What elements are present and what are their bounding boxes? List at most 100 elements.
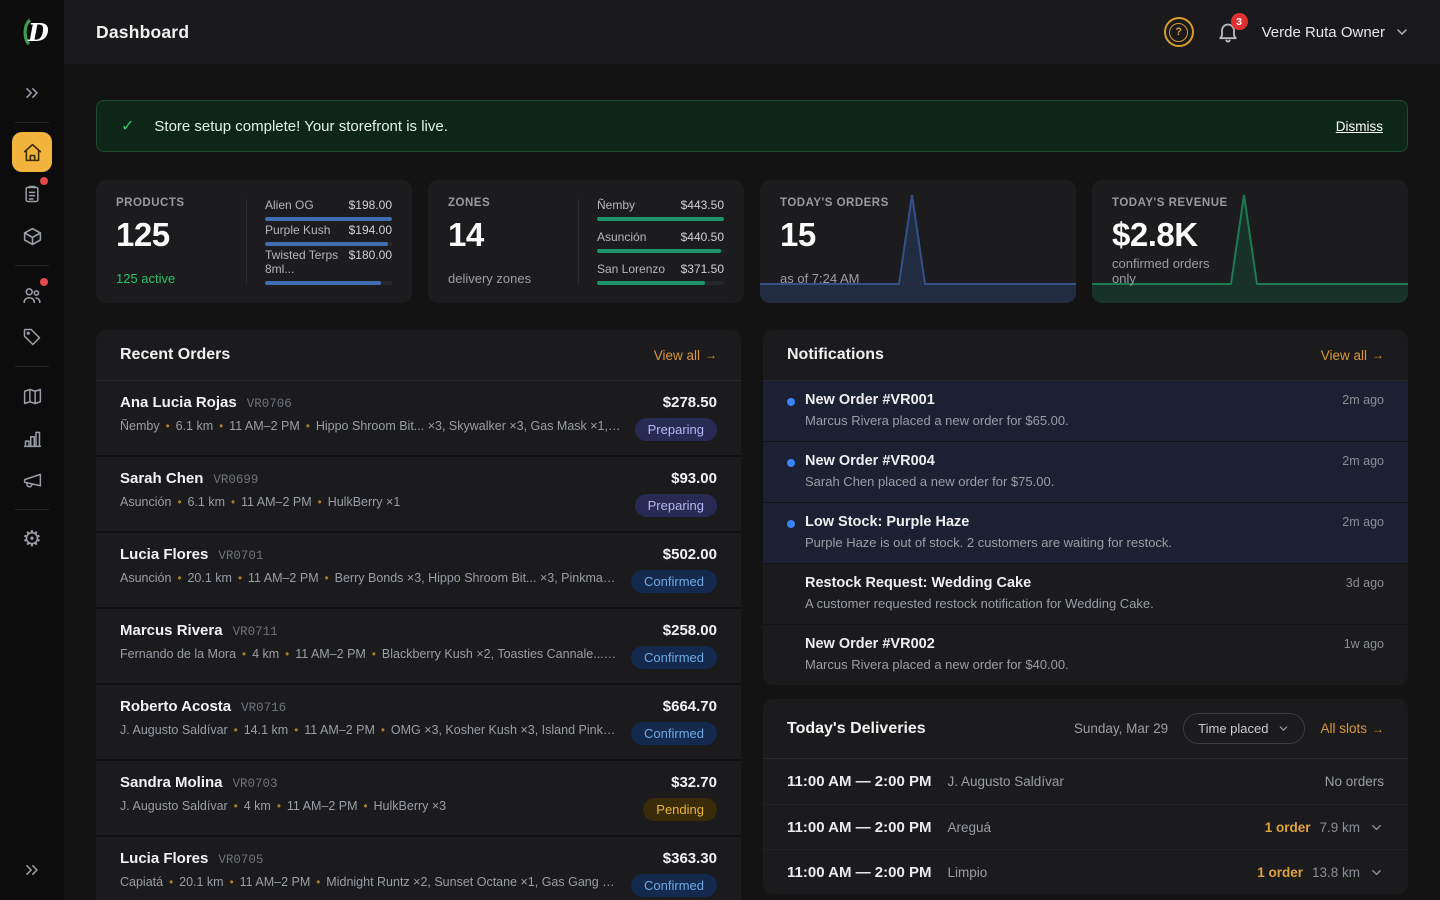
chevron-down-icon — [1277, 722, 1290, 735]
order-distance: 4 km — [252, 647, 279, 661]
delivery-slot-row[interactable]: 11:00 AM — 2:00 PM J. Augusto Saldívar N… — [763, 759, 1408, 804]
no-orders-label: No orders — [1325, 774, 1384, 789]
sidebar-item-discounts[interactable] — [12, 317, 52, 357]
order-distance: 6.1 km — [176, 419, 214, 433]
order-window: 11 AM–2 PM — [240, 875, 311, 889]
order-window: 11 AM–2 PM — [295, 647, 366, 661]
order-zone: Capiatá — [120, 875, 163, 889]
sidebar-item-settings[interactable]: ⚙ — [12, 519, 52, 559]
notification-title: New Order #VR001 — [805, 392, 935, 408]
tag-icon — [22, 327, 42, 347]
zone-name: San Lorenzo — [597, 262, 665, 276]
view-all-orders-link[interactable]: View all → — [654, 348, 717, 363]
panel-title: Recent Orders — [120, 346, 230, 364]
progress-fill — [265, 281, 381, 285]
order-row[interactable]: Sarah Chen VR0699 Asunción•6.1 km•11 AM–… — [96, 455, 741, 531]
topbar: D Dashboard ? 3 Verde Ruta Owner — [0, 0, 1440, 64]
sidebar-item-marketing[interactable] — [12, 460, 52, 500]
notification-time: 2m ago — [1342, 454, 1384, 468]
view-all-notifications-link[interactable]: View all → — [1321, 348, 1384, 363]
order-price: $32.70 — [671, 774, 717, 791]
sidebar-expand-button[interactable] — [12, 73, 52, 113]
order-zone: J. Augusto Saldívar — [120, 723, 228, 737]
sidebar-item-home[interactable] — [12, 132, 52, 172]
notification-item[interactable]: New Order #VR001 2m ago Marcus Rivera pl… — [763, 381, 1408, 441]
help-button[interactable]: ? — [1164, 17, 1194, 47]
order-items: Berry Bonds ×3, Hippo Shroom Bit... ×3, … — [335, 571, 617, 585]
customer-name: Marcus Rivera — [120, 622, 223, 639]
progress-fill — [597, 281, 705, 285]
setup-complete-banner: ✓ Store setup complete! Your storefront … — [96, 100, 1408, 152]
order-count: 1 order — [1257, 865, 1303, 880]
sidebar-item-zones[interactable] — [12, 376, 52, 416]
customers-alert-dot — [40, 278, 48, 286]
list-item: Twisted Terps 8ml...$180.00 — [265, 248, 392, 285]
notification-time: 2m ago — [1342, 393, 1384, 407]
stat-label: TODAY'S REVENUE — [1112, 197, 1228, 209]
order-price: $502.00 — [663, 546, 717, 563]
todays-orders-stat-card[interactable]: TODAY'S ORDERS 15 as of 7:24 AM — [760, 180, 1076, 303]
todays-revenue-stat-card[interactable]: TODAY'S REVENUE $2.8K confirmed orders o… — [1092, 180, 1408, 303]
top-zones-list: Ñemby$443.50 Asunción$440.50 San Lorenzo… — [597, 197, 724, 286]
all-slots-link[interactable]: All slots → — [1320, 721, 1384, 736]
chevron-down-icon[interactable] — [1369, 865, 1384, 880]
list-item: San Lorenzo$371.50 — [597, 262, 724, 285]
order-row[interactable]: Marcus Rivera VR0711 Fernando de la Mora… — [96, 607, 741, 683]
order-items: OMG ×3, Kosher Kush ×3, Island Pink ×3, … — [391, 723, 617, 737]
zones-stat-card[interactable]: ZONES 14 delivery zones Ñemby$443.50 Asu — [428, 180, 744, 303]
stat-value: 15 — [780, 216, 896, 254]
products-stat-card[interactable]: PRODUCTS 125 125 active Alien OG$198.00 — [96, 180, 412, 303]
order-zone: J. Augusto Saldívar — [120, 799, 228, 813]
zone-revenue: $440.50 — [681, 230, 724, 244]
notification-item[interactable]: New Order #VR004 2m ago Sarah Chen place… — [763, 441, 1408, 502]
stat-subtext: delivery zones — [448, 271, 564, 286]
delivery-slot-row[interactable]: 11:00 AM — 2:00 PM Areguá 1 order 7.9 km — [763, 804, 1408, 849]
delivery-slots-list: 11:00 AM — 2:00 PM J. Augusto Saldívar N… — [763, 759, 1408, 894]
sidebar-item-orders[interactable] — [12, 174, 52, 214]
list-item: Alien OG$198.00 — [265, 198, 392, 221]
list-item: Purple Kush$194.00 — [265, 223, 392, 246]
leaf-d-logo-icon: D — [15, 15, 49, 49]
order-row[interactable]: Lucia Flores VR0705 Capiatá•20.1 km•11 A… — [96, 835, 741, 900]
order-row[interactable]: Ana Lucia Rojas VR0706 Ñemby•6.1 km•11 A… — [96, 381, 741, 455]
notifications-panel: Notifications View all → — [763, 330, 1408, 685]
order-row[interactable]: Sandra Molina VR0703 J. Augusto Saldívar… — [96, 759, 741, 835]
stat-label: ZONES — [448, 197, 564, 209]
order-row[interactable]: Roberto Acosta VR0716 J. Augusto Saldíva… — [96, 683, 741, 759]
sidebar-divider — [15, 509, 49, 510]
order-details: J. Augusto Saldívar•14.1 km•11 AM–2 PM•O… — [120, 723, 617, 737]
sidebar-item-analytics[interactable] — [12, 418, 52, 458]
chevron-down-icon[interactable] — [1369, 820, 1384, 835]
order-details: Asunción•6.1 km•11 AM–2 PM•HulkBerry ×1 — [120, 495, 621, 509]
notifications-button[interactable]: 3 — [1216, 20, 1240, 44]
sidebar-item-products[interactable] — [12, 216, 52, 256]
check-icon: ✓ — [121, 116, 134, 136]
delivery-slot-row[interactable]: 11:00 AM — 2:00 PM Limpio 1 order 13.8 k… — [763, 849, 1408, 894]
notification-time: 2m ago — [1342, 515, 1384, 529]
slot-time: 11:00 AM — 2:00 PM — [787, 864, 932, 881]
app-logo[interactable]: D — [0, 0, 64, 64]
sidebar-expand-button-bottom[interactable] — [12, 850, 52, 890]
stat-value: 125 — [116, 216, 232, 254]
page-title: Dashboard — [96, 22, 189, 43]
status-badge: Confirmed — [631, 874, 717, 897]
order-row[interactable]: Lucia Flores VR0701 Asunción•20.1 km•11 … — [96, 531, 741, 607]
order-window: 11 AM–2 PM — [304, 723, 375, 737]
sidebar-divider — [15, 366, 49, 367]
user-menu[interactable]: Verde Ruta Owner — [1262, 24, 1410, 41]
order-id: VR0706 — [247, 397, 292, 411]
notification-item[interactable]: Restock Request: Wedding Cake 3d ago A c… — [763, 563, 1408, 624]
order-window: 11 AM–2 PM — [287, 799, 358, 813]
notification-item[interactable]: New Order #VR002 1w ago Marcus Rivera pl… — [763, 624, 1408, 685]
sidebar-item-customers[interactable] — [12, 275, 52, 315]
panel-title: Today's Deliveries — [787, 720, 926, 738]
sort-dropdown[interactable]: Time placed — [1183, 713, 1305, 744]
order-id: VR0705 — [218, 853, 263, 867]
stat-cards-row: PRODUCTS 125 125 active Alien OG$198.00 — [96, 180, 1408, 303]
notification-item[interactable]: Low Stock: Purple Haze 2m ago Purple Haz… — [763, 502, 1408, 563]
slot-distance: 7.9 km — [1319, 820, 1360, 835]
customer-name: Lucia Flores — [120, 850, 208, 867]
dismiss-button[interactable]: Dismiss — [1336, 119, 1383, 134]
order-window: 11 AM–2 PM — [248, 571, 319, 585]
order-details: Ñemby•6.1 km•11 AM–2 PM•Hippo Shroom Bit… — [120, 419, 621, 433]
